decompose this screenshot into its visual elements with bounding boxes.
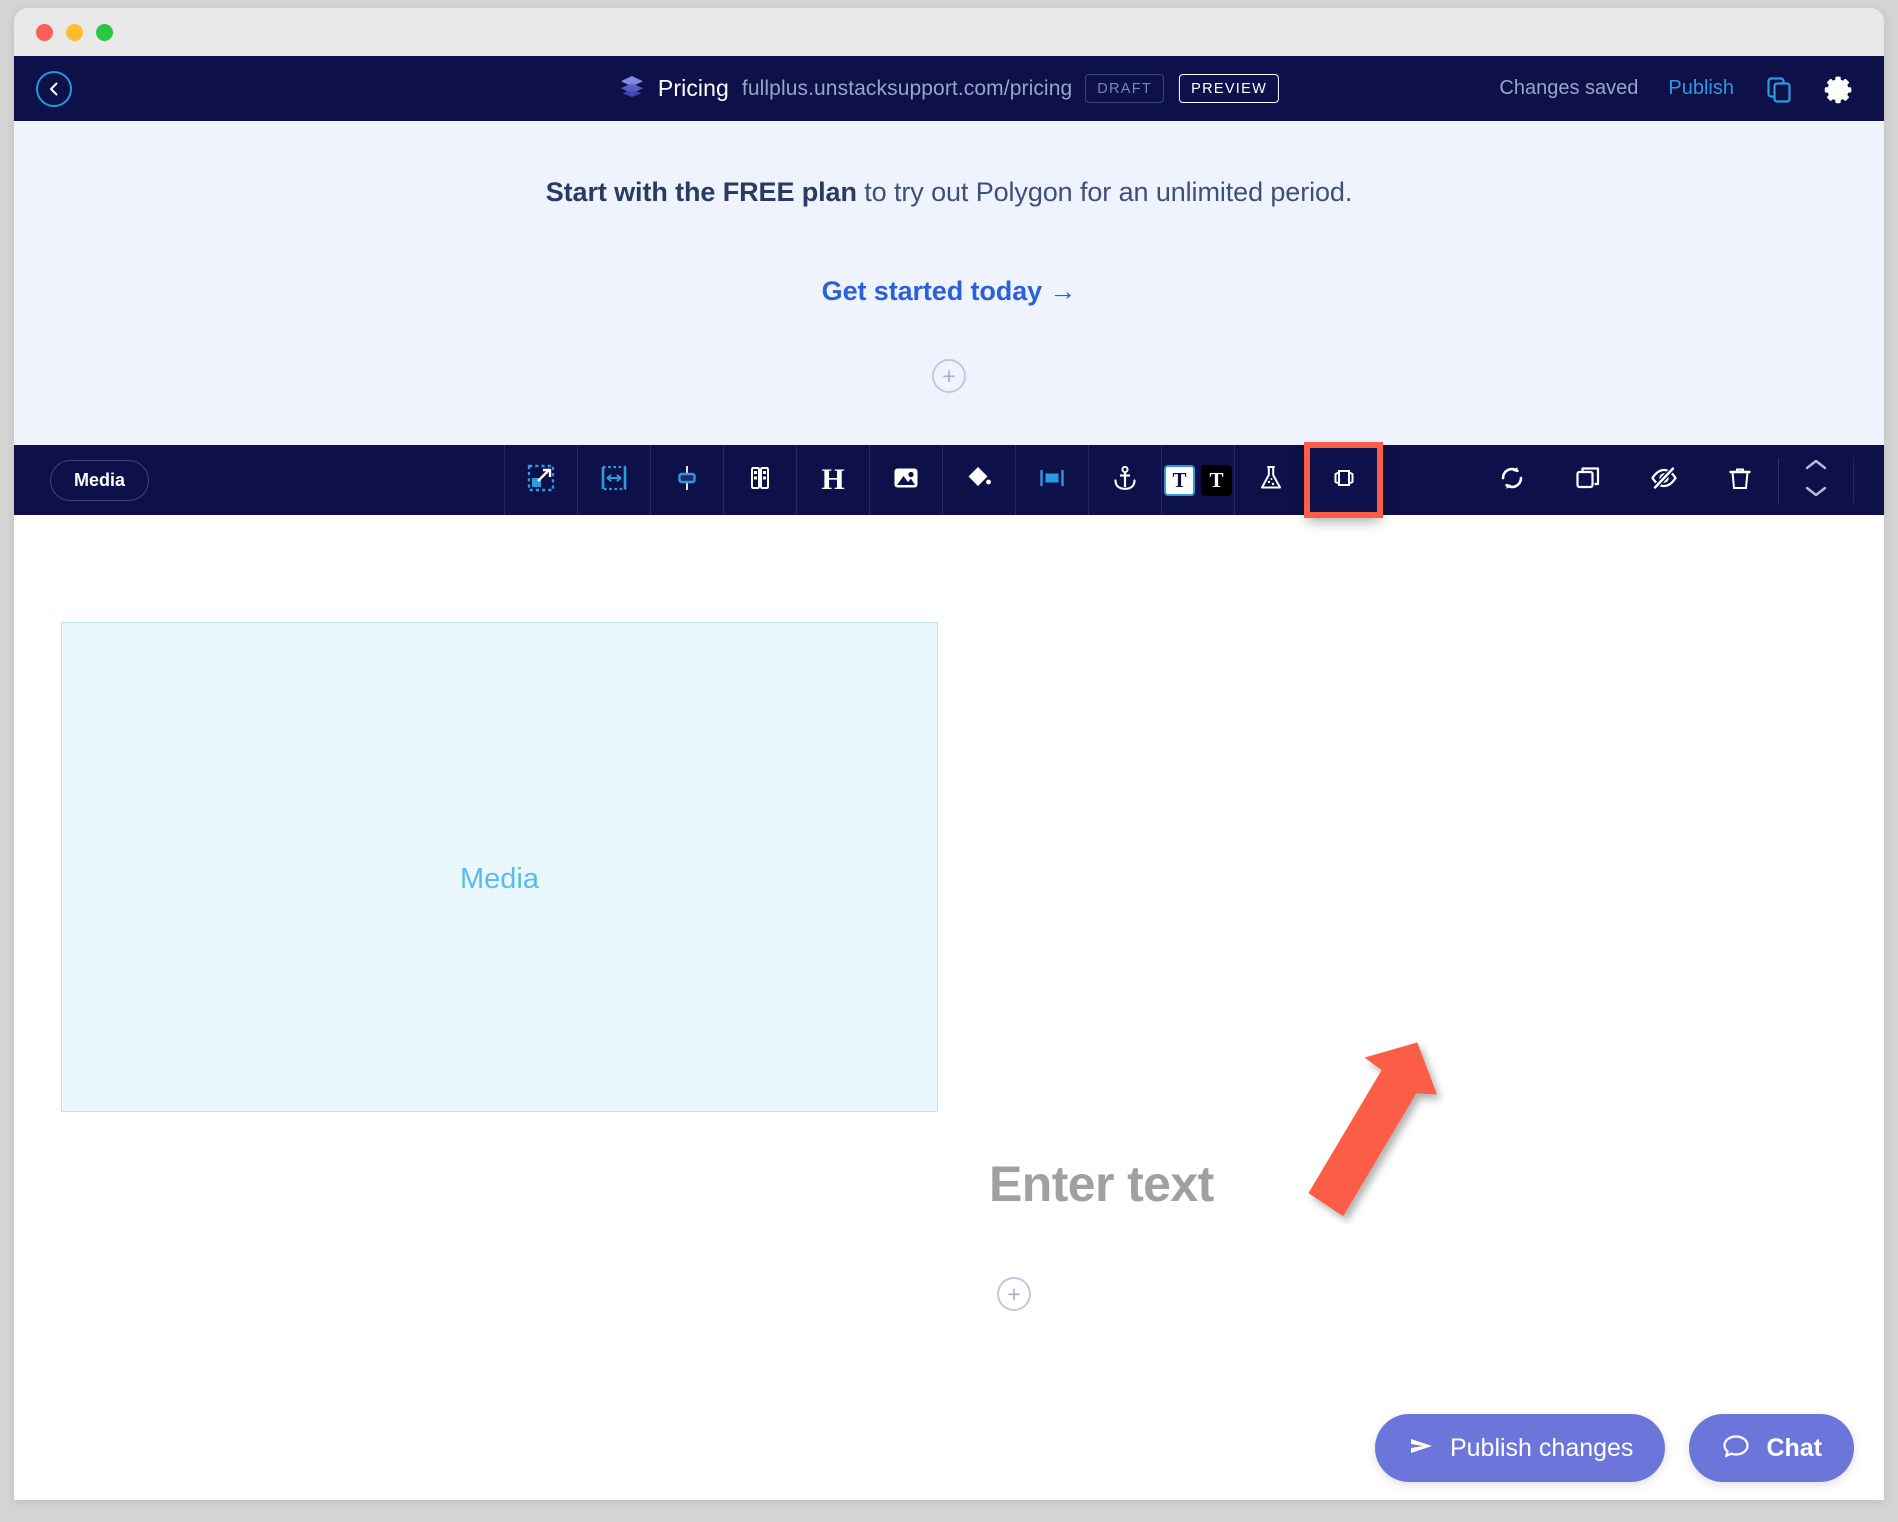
promo-cta-link[interactable]: Get started today → [14,276,1884,307]
fill-width-icon [1037,463,1067,498]
promo-section: Start with the FREE plan to try out Poly… [14,121,1884,445]
window-maximize-button[interactable] [96,23,113,41]
changes-saved-status: Changes saved [1499,77,1639,99]
chevron-left-icon [45,80,63,98]
plus-circle-icon: + [932,359,966,393]
editor-appbar: Pricing fullplus.unstacksupport.com/pric… [14,56,1884,121]
tool-hide[interactable] [1626,463,1702,498]
tool-experiment[interactable] [1234,445,1307,515]
chat-bubble-icon [1721,1431,1751,1466]
media-placeholder-block[interactable]: Media [61,622,938,1112]
toolbar-actions [1474,445,1854,515]
publish-changes-label: Publish changes [1449,1433,1634,1462]
columns-icon [745,463,775,498]
vertical-align-icon [672,463,702,498]
media-placeholder-label: Media [460,863,539,895]
image-icon [891,463,921,498]
copy-icon[interactable] [1764,74,1794,104]
heading-icon: H [821,463,845,496]
tool-text-color[interactable]: T T [1161,445,1234,515]
panel-spread-icon [1329,463,1359,498]
send-icon [1407,1432,1435,1465]
window-minimize-button[interactable] [66,23,83,41]
paint-bucket-icon [964,463,994,498]
screenshot-root: Pricing fullplus.unstacksupport.com/pric… [0,0,1898,1522]
tool-sync[interactable] [1474,463,1550,498]
back-button[interactable] [36,70,72,107]
tool-move-stepper[interactable] [1778,457,1854,503]
promo-headline-bold: Start with the FREE plan [545,177,857,207]
publish-changes-button[interactable]: Publish changes [1374,1414,1666,1482]
browser-window: Pricing fullplus.unstacksupport.com/pric… [14,8,1884,1500]
page-url: fullplus.unstacksupport.com/pricing [741,76,1073,100]
text-color-light-swatch: T [1164,464,1195,496]
tool-align[interactable] [650,445,723,515]
tool-background-color[interactable] [942,445,1015,515]
chevron-up-icon[interactable] [1804,458,1828,476]
appbar-actions: Changes saved Publish [1499,74,1854,104]
toolbar-tools: H T T [504,442,1383,518]
width-spacing-icon [599,463,629,498]
window-close-button[interactable] [36,23,53,41]
text-placeholder[interactable]: Enter text [989,1155,1214,1213]
layers-icon [619,74,645,103]
tool-image[interactable] [869,445,942,515]
flask-icon [1256,463,1286,498]
hide-eye-icon [1649,463,1679,498]
page-identity: Pricing fullplus.unstacksupport.com/pric… [619,74,1280,103]
chat-button[interactable]: Chat [1689,1414,1854,1482]
page-title: Pricing [657,75,729,101]
promo-headline: Start with the FREE plan to try out Poly… [14,177,1884,208]
floating-actions: Publish changes Chat [1374,1414,1854,1482]
chat-label: Chat [1766,1433,1822,1462]
page-canvas: Media Enter text + [14,515,1884,1500]
plus-circle-icon: + [997,1277,1031,1311]
draft-badge[interactable]: DRAFT [1085,74,1165,103]
duplicate-icon [1573,463,1603,498]
tool-delete[interactable] [1702,464,1778,497]
preview-badge[interactable]: PREVIEW [1179,74,1280,103]
tool-columns[interactable] [723,445,796,515]
promo-add-block-button[interactable]: + [932,359,966,393]
chevron-down-icon[interactable] [1804,485,1828,503]
tool-fill-width[interactable] [1015,445,1088,515]
selected-block-badge[interactable]: Media [50,459,150,501]
text-color-dark-swatch: T [1201,464,1232,496]
promo-headline-rest: to try out Polygon for an unlimited peri… [856,177,1353,207]
gear-icon[interactable] [1824,74,1854,104]
anchor-icon [1110,463,1140,498]
publish-link[interactable]: Publish [1668,77,1734,100]
tool-anchor[interactable] [1088,445,1161,515]
text-color-icon: T T [1164,464,1232,496]
window-titlebar [14,8,1884,56]
tool-layout[interactable] [1304,442,1383,518]
move-stepper[interactable] [1785,458,1847,503]
block-toolbar: Media H T T [14,442,1884,518]
tool-resize[interactable] [504,445,577,515]
annotation-arrow-icon [1304,1035,1454,1230]
canvas-add-block-button[interactable]: + [997,1277,1031,1311]
tool-width[interactable] [577,445,650,515]
tool-duplicate[interactable] [1550,463,1626,498]
sync-refresh-icon [1497,463,1527,498]
resize-expand-icon [526,463,556,498]
tool-heading[interactable]: H [796,445,869,515]
trash-icon [1726,464,1754,497]
